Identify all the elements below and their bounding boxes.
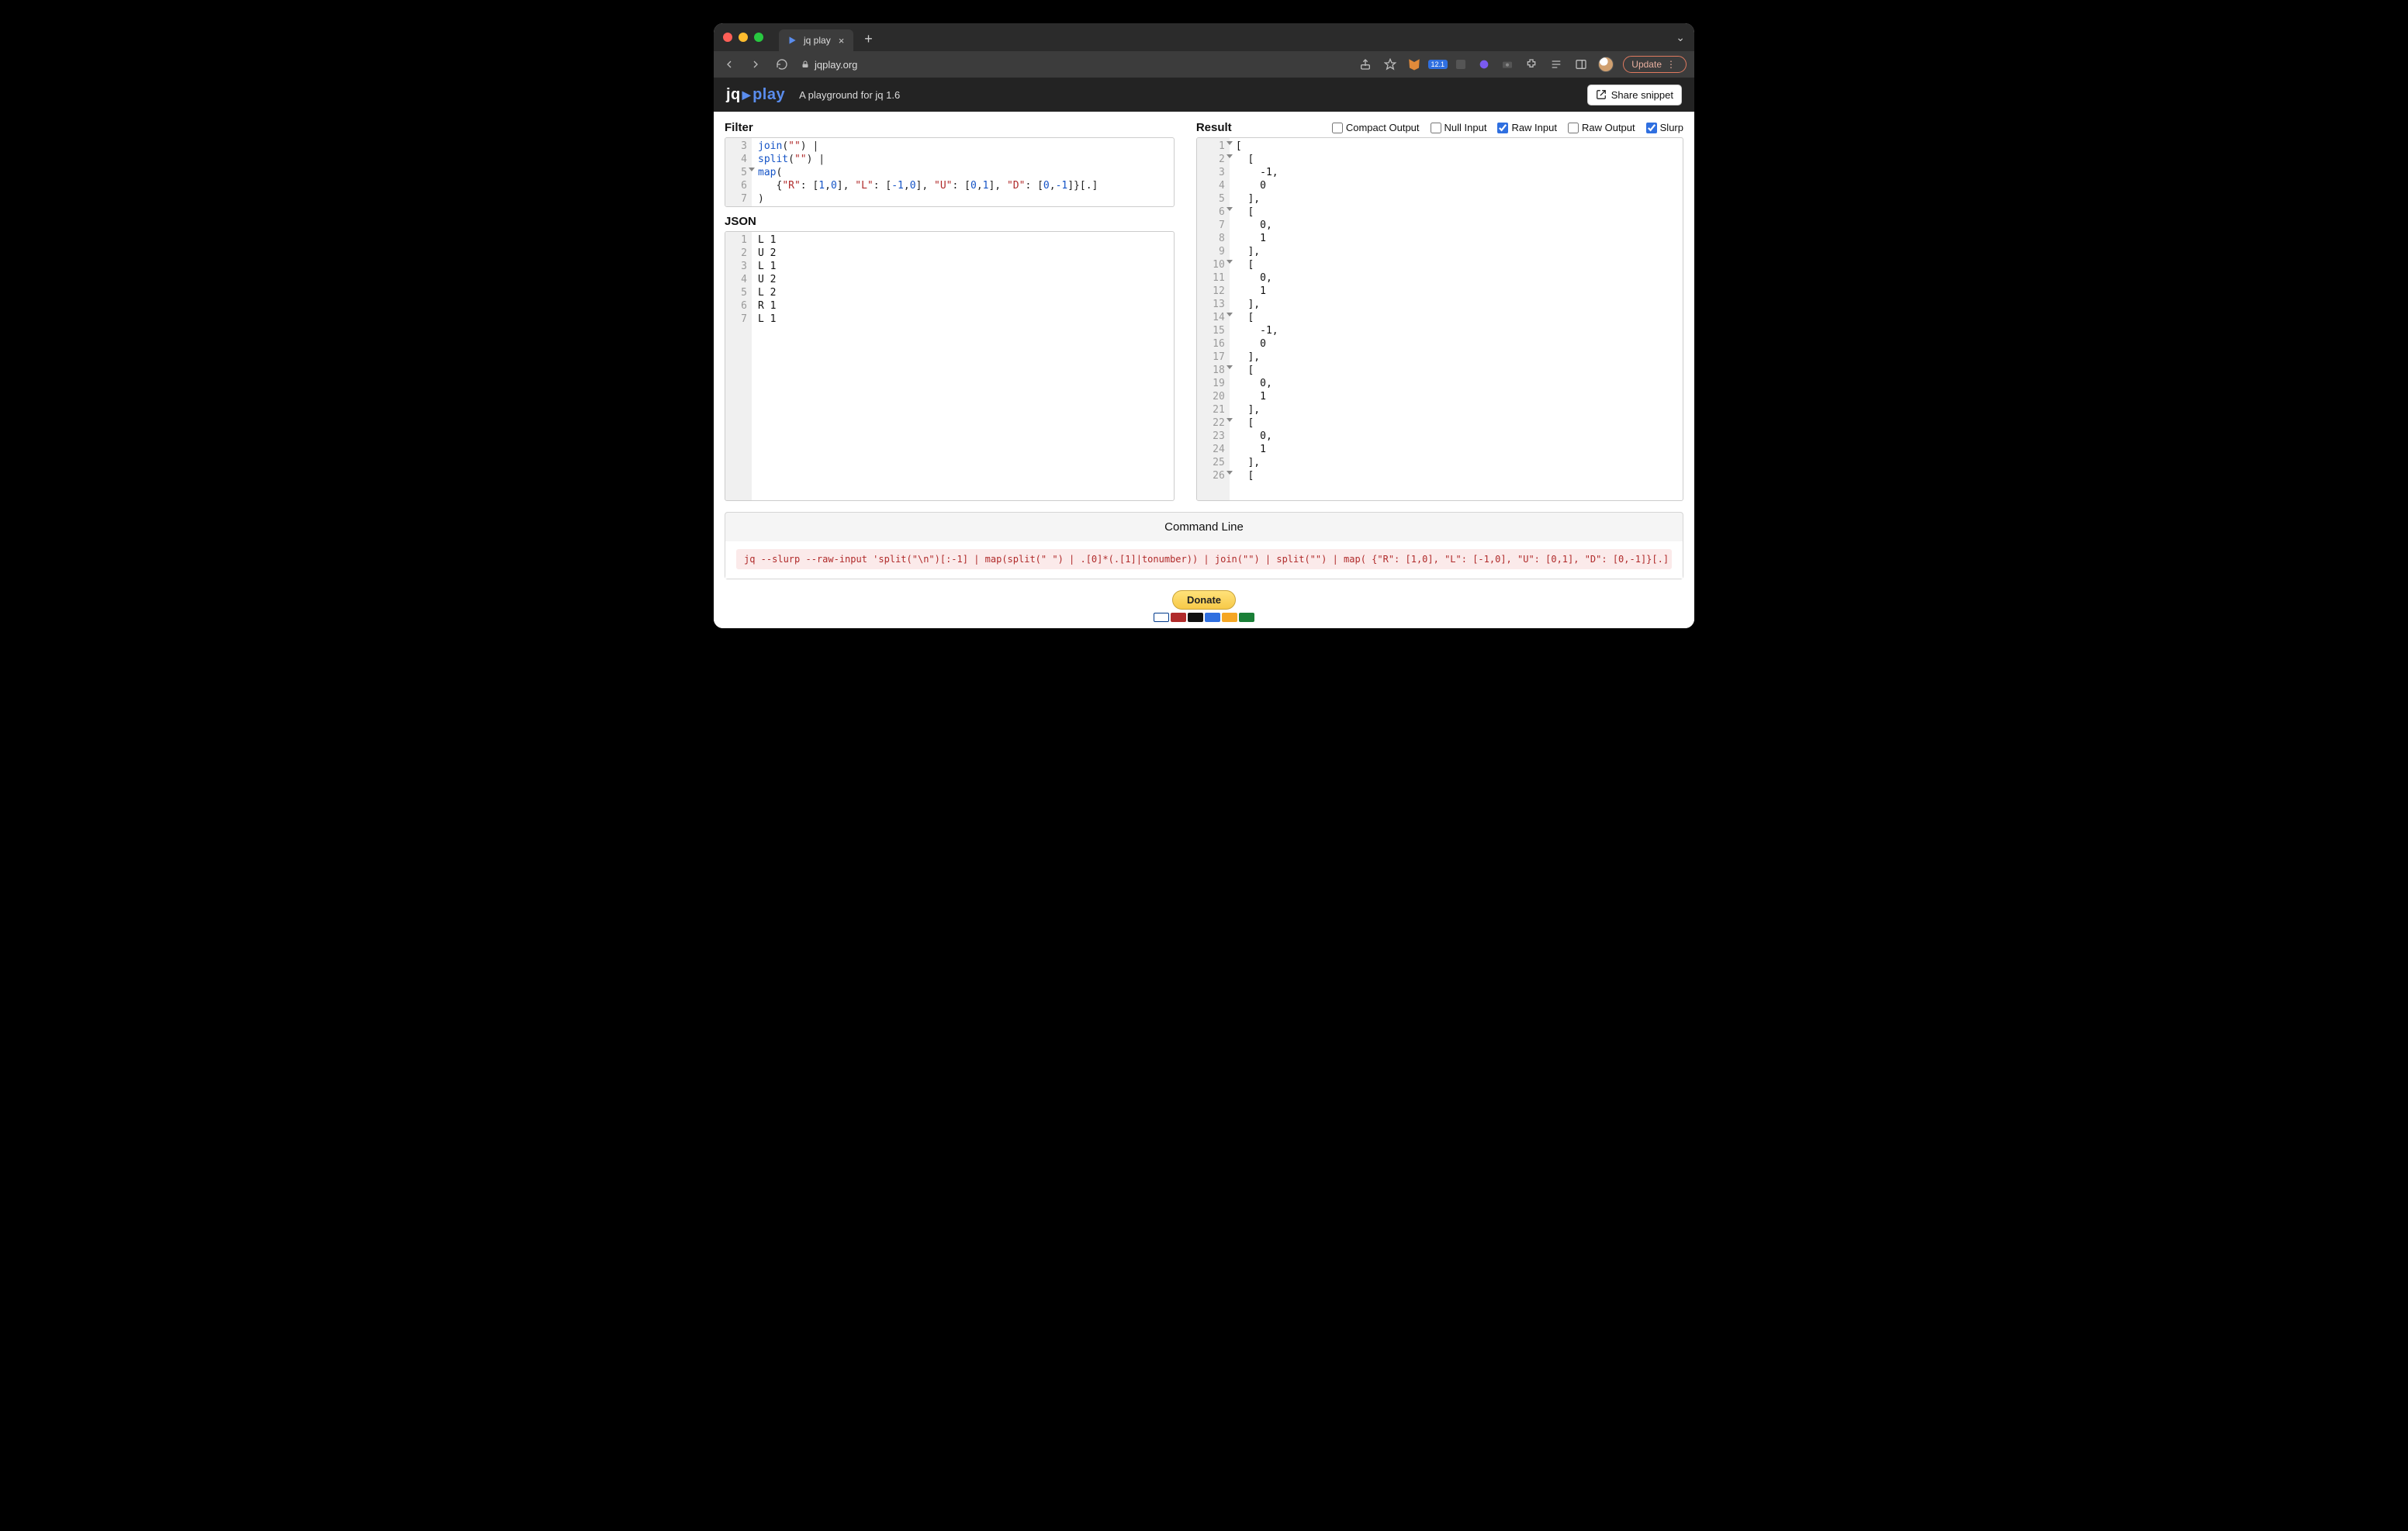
command-line-label: Command Line <box>725 513 1683 541</box>
titlebar: jq play × + ⌄ <box>714 23 1694 51</box>
filter-label: Filter <box>725 121 1175 134</box>
app-tagline: A playground for jq 1.6 <box>799 89 900 101</box>
browser-toolbar: jqplay.org 12.1 Update⋮ <box>714 51 1694 78</box>
tab-close-button[interactable]: × <box>837 35 846 47</box>
update-button[interactable]: Update⋮ <box>1623 56 1687 73</box>
address-bar[interactable]: jqplay.org <box>801 59 857 71</box>
filter-editor[interactable]: 34567 join("") |split("") |map( {"R": [1… <box>725 137 1175 207</box>
option-compact-output[interactable]: Compact Output <box>1332 122 1420 133</box>
donate-button[interactable]: Donate <box>1172 590 1236 610</box>
result-editor[interactable]: 1234567891011121314151617181920212223242… <box>1196 137 1683 501</box>
mastercard-icon <box>1171 613 1186 622</box>
bookmark-star-icon[interactable] <box>1382 57 1398 72</box>
browser-window: jq play × + ⌄ jqplay.org 12.1 <box>714 23 1694 628</box>
play-icon <box>787 35 797 46</box>
minimize-window-button[interactable] <box>739 33 748 42</box>
option-slurp[interactable]: Slurp <box>1646 122 1683 133</box>
lock-icon <box>801 60 810 69</box>
profile-avatar[interactable] <box>1598 57 1614 72</box>
discover-icon <box>1222 613 1237 622</box>
share-arrow-icon <box>1596 89 1607 100</box>
sidepanel-icon[interactable] <box>1573 57 1589 72</box>
command-line-text[interactable]: jq --slurp --raw-input 'split("\n")[:-1]… <box>736 549 1672 569</box>
option-null-input[interactable]: Null Input <box>1431 122 1487 133</box>
tab-title: jq play <box>804 35 831 46</box>
extension-camera-icon[interactable] <box>1500 57 1514 71</box>
option-raw-output[interactable]: Raw Output <box>1568 122 1635 133</box>
back-button[interactable] <box>721 57 737 72</box>
extension-badge[interactable]: 12.1 <box>1431 57 1444 71</box>
window-controls <box>723 33 763 42</box>
unionpay-icon <box>1239 613 1254 622</box>
new-tab-button[interactable]: + <box>864 31 873 47</box>
option-raw-input[interactable]: Raw Input <box>1497 122 1557 133</box>
extension-fox-icon[interactable] <box>1407 57 1421 71</box>
maestro-icon <box>1188 613 1203 622</box>
json-label: JSON <box>725 215 1175 228</box>
extensions-puzzle-icon[interactable] <box>1524 57 1539 72</box>
app-logo[interactable]: jq▶play <box>726 86 785 104</box>
forward-button[interactable] <box>748 57 763 72</box>
command-line-panel: Command Line jq --slurp --raw-input 'spl… <box>725 512 1683 579</box>
tab-overflow-button[interactable]: ⌄ <box>1676 31 1685 44</box>
reading-list-icon[interactable] <box>1548 57 1564 72</box>
play-icon: ▶ <box>742 88 751 102</box>
share-snippet-button[interactable]: Share snippet <box>1587 85 1682 105</box>
browser-tab[interactable]: jq play × <box>779 29 853 51</box>
logo-jq: jq <box>726 86 741 104</box>
visa-card-icon <box>1154 613 1169 622</box>
app-content: Filter 34567 join("") |split("") |map( {… <box>714 112 1694 628</box>
app-header: jq▶play A playground for jq 1.6 Share sn… <box>714 78 1694 112</box>
logo-play: play <box>752 86 785 104</box>
payment-cards <box>1154 613 1254 622</box>
url-text: jqplay.org <box>815 59 857 71</box>
close-window-button[interactable] <box>723 33 732 42</box>
json-editor[interactable]: 1234567 L 1U 2L 1U 2L 2R 1L 1 <box>725 231 1175 501</box>
donate-section: Donate <box>714 590 1694 628</box>
amex-icon <box>1205 613 1220 622</box>
zoom-window-button[interactable] <box>754 33 763 42</box>
result-label: Result <box>1196 121 1232 134</box>
result-options: Compact Output Null Input Raw Input Raw … <box>1332 122 1683 133</box>
reload-button[interactable] <box>774 57 790 72</box>
extension-square-icon[interactable] <box>1454 57 1468 71</box>
extension-circle-icon[interactable] <box>1477 57 1491 71</box>
share-icon[interactable] <box>1358 57 1373 72</box>
